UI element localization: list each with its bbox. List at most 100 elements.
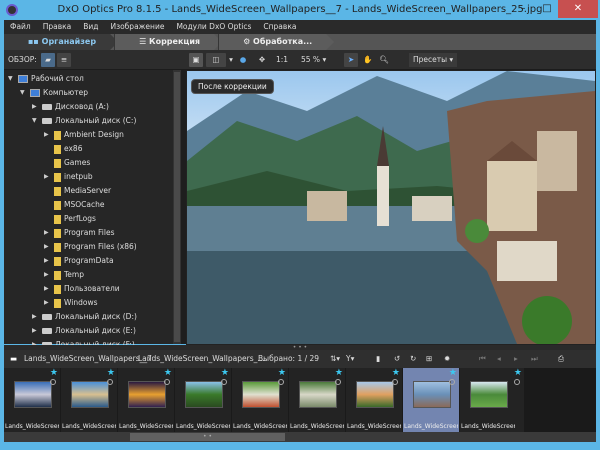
- sort-icon[interactable]: ⇅▾: [330, 353, 340, 365]
- star-icon[interactable]: ★: [278, 368, 286, 378]
- project-name[interactable]: Lands_WideScreen_Wallpapers_...: [138, 353, 265, 365]
- tree-item[interactable]: ▶ Windows: [44, 296, 97, 310]
- collapsed-arrow-icon[interactable]: ▶: [44, 268, 51, 282]
- tree-item[interactable]: ▶ ProgramData: [44, 254, 114, 268]
- tree-item[interactable]: ▶ Локальный диск (E:): [32, 324, 136, 338]
- collapsed-arrow-icon[interactable]: ▶: [44, 226, 51, 240]
- menu-item[interactable]: Изображение: [111, 20, 165, 34]
- rotate-left-icon[interactable]: ↺: [394, 353, 400, 365]
- info-icon[interactable]: ●: [237, 53, 249, 67]
- thumbnail[interactable]: ★ Lands_WideScreen_Wal: [460, 368, 524, 432]
- thumbnail[interactable]: ★ Lands_WideScreen_Wal: [346, 368, 402, 432]
- star-icon[interactable]: ★: [514, 368, 522, 378]
- add-icon[interactable]: ⊞: [426, 353, 432, 365]
- thumbnail[interactable]: ★ Lands_WideScreen_Wal: [289, 368, 345, 432]
- thumbnail-image: [413, 381, 451, 408]
- tree-item[interactable]: ▼ Рабочий стол: [8, 72, 84, 86]
- zoom-level-select[interactable]: 55 % ▾: [301, 53, 326, 67]
- tree-item[interactable]: ▶ Пользователи: [44, 282, 120, 296]
- next-icon[interactable]: ▸: [514, 353, 518, 365]
- star-icon[interactable]: ★: [221, 368, 229, 378]
- menu-item[interactable]: Модули DxO Optics: [176, 20, 251, 34]
- tab-processing[interactable]: ⚙ Обработка...: [218, 34, 334, 50]
- status-icon: [335, 379, 341, 385]
- compare-dropdown-icon[interactable]: ▾: [227, 53, 235, 67]
- expanded-arrow-icon[interactable]: ▼: [20, 86, 27, 100]
- collapsed-arrow-icon[interactable]: ▶: [44, 128, 51, 142]
- close-button[interactable]: ✕: [558, 0, 598, 18]
- collapsed-arrow-icon[interactable]: ▶: [32, 100, 39, 114]
- folder-view-button[interactable]: ▰: [41, 53, 55, 67]
- star-icon[interactable]: ★: [335, 368, 343, 378]
- tree-item[interactable]: MediaServer: [44, 184, 111, 198]
- tree-item[interactable]: ▶ inetpub: [44, 170, 93, 184]
- tree-item[interactable]: ▶ Дисковод (A:): [32, 100, 109, 114]
- tree-item[interactable]: ▼ Локальный диск (C:): [32, 114, 136, 128]
- prev-icon[interactable]: ◂: [497, 353, 501, 365]
- magnifier-tool[interactable]: 🔍︎: [378, 53, 390, 67]
- menu-item[interactable]: Правка: [43, 20, 72, 34]
- tree-item[interactable]: ▶ Temp: [44, 268, 84, 282]
- menu-item[interactable]: Справка: [263, 20, 296, 34]
- collapsed-arrow-icon[interactable]: ▶: [44, 170, 51, 184]
- tree-item[interactable]: ▶ Ambient Design: [44, 128, 124, 142]
- first-icon[interactable]: ⏮: [479, 353, 486, 365]
- thumbnail[interactable]: ★ Lands_WideScreen_Wal: [403, 368, 459, 432]
- pointer-tool[interactable]: ➤: [344, 53, 358, 67]
- menu-item[interactable]: Вид: [83, 20, 98, 34]
- settings-icon[interactable]: ✹: [444, 353, 450, 365]
- maximize-button[interactable]: □: [534, 0, 560, 18]
- image-viewer[interactable]: [186, 70, 596, 345]
- tree-item[interactable]: Games: [44, 156, 90, 170]
- info-panel-icon[interactable]: ▮: [376, 353, 380, 365]
- before-after-button[interactable]: ▣: [189, 53, 203, 67]
- tab-correction[interactable]: ☰ Коррекция: [114, 34, 222, 50]
- filmstrip-scrollbar-thumb[interactable]: • •: [130, 433, 285, 441]
- expanded-arrow-icon[interactable]: ▼: [8, 72, 15, 86]
- presets-dropdown[interactable]: Пресеты ▾: [409, 53, 458, 67]
- tree-item[interactable]: ▶ Program Files: [44, 226, 115, 240]
- tree-item[interactable]: MSOCache: [44, 198, 104, 212]
- tree-scrollbar-thumb[interactable]: [174, 72, 180, 342]
- app-icon[interactable]: [6, 4, 18, 16]
- folder-tree: ▼ Рабочий стол ▼ Компьютер ▶ Дисковод (A:) ▼ Ло…: [4, 70, 181, 349]
- compare-button[interactable]: ◫: [206, 53, 226, 67]
- tree-item[interactable]: ▶ Локальный диск (D:): [32, 310, 137, 324]
- thumbnail[interactable]: ★ Lands_WideScreen_Wal: [175, 368, 231, 432]
- print-icon[interactable]: ⎙: [558, 353, 564, 365]
- star-icon[interactable]: ★: [107, 368, 115, 378]
- rotate-right-icon[interactable]: ↻: [410, 353, 416, 365]
- filmstrip-scrollbar[interactable]: [4, 432, 596, 442]
- hand-tool[interactable]: ✋: [362, 53, 374, 67]
- collapsed-arrow-icon[interactable]: ▶: [44, 240, 51, 254]
- tree-item[interactable]: ▶ Program Files (x86): [44, 240, 137, 254]
- star-icon[interactable]: ★: [164, 368, 172, 378]
- filter-icon[interactable]: Y▾: [346, 353, 354, 365]
- minimize-button[interactable]: –: [510, 0, 536, 18]
- collapsed-arrow-icon[interactable]: ▶: [32, 310, 39, 324]
- tree-item[interactable]: PerfLogs: [44, 212, 96, 226]
- collapsed-arrow-icon[interactable]: ▶: [32, 324, 39, 338]
- menu-item[interactable]: Файл: [10, 20, 31, 34]
- thumbnail[interactable]: ★ Lands_WideScreen_Wal: [61, 368, 117, 432]
- tree-item-label: ProgramData: [64, 256, 114, 265]
- tree-item[interactable]: ▼ Компьютер: [20, 86, 88, 100]
- star-icon[interactable]: ★: [50, 368, 58, 378]
- thumbnail[interactable]: ★ Lands_WideScreen_Wal: [118, 368, 174, 432]
- collapsed-arrow-icon[interactable]: ▶: [44, 254, 51, 268]
- last-icon[interactable]: ⏭: [531, 353, 538, 365]
- tree-item[interactable]: ex86: [44, 142, 82, 156]
- folder-name[interactable]: Lands_WideScreen_Wallpapers__7: [24, 353, 152, 365]
- collapsed-arrow-icon[interactable]: ▶: [44, 296, 51, 310]
- move-icon[interactable]: ✥: [256, 53, 268, 67]
- thumbnail[interactable]: ★ Lands_WideScreen_Wal: [4, 368, 60, 432]
- tree-item-label: Windows: [64, 298, 98, 307]
- tab-organizer[interactable]: ▪▪ Органайзер: [4, 34, 118, 50]
- thumbnail[interactable]: ★ Lands_WideScreen_Wal: [232, 368, 288, 432]
- zoom-1to1-button[interactable]: 1:1: [276, 53, 288, 67]
- collapsed-arrow-icon[interactable]: ▶: [44, 282, 51, 296]
- list-view-button[interactable]: ≡: [57, 53, 71, 67]
- star-icon[interactable]: ★: [392, 368, 400, 378]
- expanded-arrow-icon[interactable]: ▼: [32, 114, 39, 128]
- star-icon[interactable]: ★: [449, 368, 457, 378]
